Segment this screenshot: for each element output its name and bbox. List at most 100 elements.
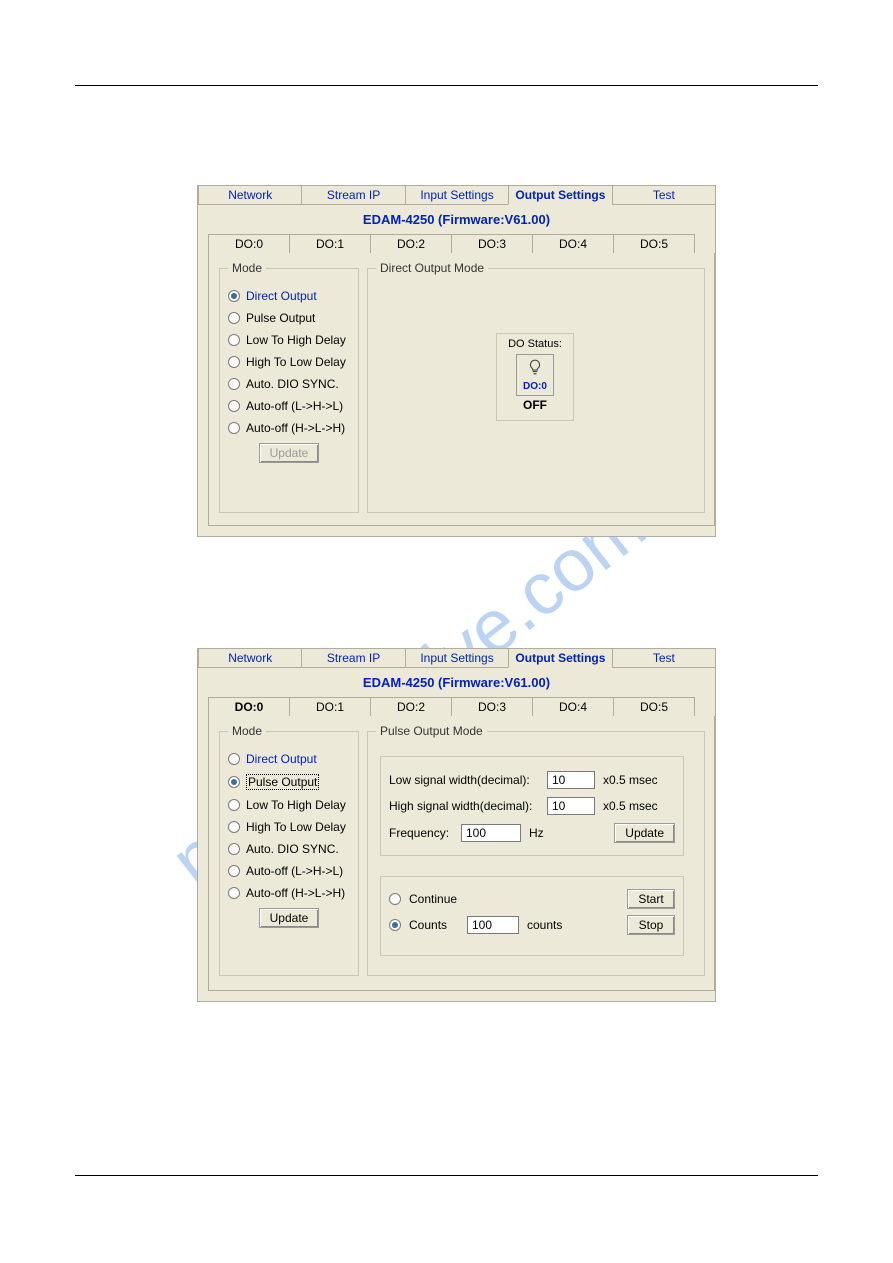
counts-input[interactable] [467,916,519,934]
do-tabs: DO:0 DO:1 DO:2 DO:3 DO:4 DO:5 [208,234,715,254]
mode-auto-dio-sync[interactable]: Auto. DIO SYNC. [228,842,350,856]
page-bottom-rule [75,1175,818,1176]
mode-direct-output[interactable]: Direct Output [228,289,350,303]
do-status-legend: DO Status: [507,338,563,350]
mode-label: Auto-off (L->H->L) [246,399,343,413]
radio-icon [228,312,240,324]
radio-icon [228,290,240,302]
mode-label: Auto-off (L->H->L) [246,864,343,878]
low-width-unit: x0.5 msec [603,773,658,787]
mode-high-low-delay[interactable]: High To Low Delay [228,820,350,834]
tab-do-2[interactable]: DO:2 [370,697,452,717]
mode-label: Auto. DIO SYNC. [246,842,339,856]
mode-label: Pulse Output [246,311,315,325]
tab-do-2[interactable]: DO:2 [370,234,452,254]
mode-fieldset: Mode Direct Output Pulse Output Low To H… [219,724,359,976]
mode-high-low-delay[interactable]: High To Low Delay [228,355,350,369]
radio-icon [228,356,240,368]
mode-label: Auto-off (H->L->H) [246,421,345,435]
mode-pulse-output[interactable]: Pulse Output [228,311,350,325]
radio-icon [228,422,240,434]
tab-stream-ip[interactable]: Stream IP [301,185,405,205]
start-button[interactable]: Start [627,889,675,909]
mode-auto-dio-sync[interactable]: Auto. DIO SYNC. [228,377,350,391]
tab-do-1[interactable]: DO:1 [289,234,371,254]
continue-label[interactable]: Continue [409,892,457,906]
mode-label: High To Low Delay [246,355,346,369]
do-content: Mode Direct Output Pulse Output Low To H… [208,716,715,991]
radio-icon [228,799,240,811]
bulb-icon [526,358,544,376]
page-top-rule [75,85,818,86]
counts-label[interactable]: Counts [409,918,459,932]
tab-do-0[interactable]: DO:0 [208,697,290,717]
run-fieldset: Continue Start Counts counts Stop [380,876,684,956]
mode-low-high-delay[interactable]: Low To High Delay [228,333,350,347]
mode-label: Auto-off (H->L->H) [246,886,345,900]
tab-output-settings[interactable]: Output Settings [508,648,612,668]
radio-icon [389,893,401,905]
counts-unit: counts [527,918,562,932]
tab-test[interactable]: Test [612,648,716,668]
mode-legend: Mode [228,261,266,275]
mode-auto-off-hlh[interactable]: Auto-off (H->L->H) [228,421,350,435]
radio-icon [228,843,240,855]
tab-do-3[interactable]: DO:3 [451,697,533,717]
radio-icon [228,334,240,346]
do-status-button[interactable]: DO:0 [516,354,554,396]
tab-do-4[interactable]: DO:4 [532,234,614,254]
radio-icon [228,378,240,390]
high-width-input[interactable] [547,797,595,815]
mode-direct-output[interactable]: Direct Output [228,752,350,766]
mode-label: Low To High Delay [246,798,346,812]
mode-pulse-output[interactable]: Pulse Output [228,774,350,790]
radio-icon [228,400,240,412]
radio-icon [228,887,240,899]
mode-auto-off-lhl[interactable]: Auto-off (L->H->L) [228,399,350,413]
update-button[interactable]: Update [259,908,320,928]
do-status-state: OFF [507,398,563,412]
tab-input-settings[interactable]: Input Settings [405,185,509,205]
mode-label: Pulse Output [246,774,319,790]
tab-network[interactable]: Network [198,185,302,205]
panel-pulse-output: Network Stream IP Input Settings Output … [197,648,716,1002]
tab-output-settings[interactable]: Output Settings [508,185,612,205]
main-tabs: Network Stream IP Input Settings Output … [198,185,715,205]
signal-params-fieldset: Low signal width(decimal): x0.5 msec Hig… [380,756,684,856]
mode-fieldset: Mode Direct Output Pulse Output Low To H… [219,261,359,513]
radio-icon [228,865,240,877]
params-update-button[interactable]: Update [614,823,675,843]
tab-do-3[interactable]: DO:3 [451,234,533,254]
tab-do-0[interactable]: DO:0 [208,234,290,254]
mode-auto-off-lhl[interactable]: Auto-off (L->H->L) [228,864,350,878]
low-width-label: Low signal width(decimal): [389,773,539,787]
tab-do-1[interactable]: DO:1 [289,697,371,717]
tab-do-4[interactable]: DO:4 [532,697,614,717]
tab-test[interactable]: Test [612,185,716,205]
frequency-input[interactable] [461,824,521,842]
radio-icon [228,821,240,833]
update-button[interactable]: Update [259,443,320,463]
do-content: Mode Direct Output Pulse Output Low To H… [208,253,715,526]
mode-legend: Mode [228,724,266,738]
radio-icon [228,753,240,765]
high-width-label: High signal width(decimal): [389,799,539,813]
tab-do-5[interactable]: DO:5 [613,234,695,254]
tab-input-settings[interactable]: Input Settings [405,648,509,668]
tab-network[interactable]: Network [198,648,302,668]
frequency-unit: Hz [529,826,575,840]
stop-button[interactable]: Stop [627,915,675,935]
mode-label: Direct Output [246,289,317,303]
mode-low-high-delay[interactable]: Low To High Delay [228,798,350,812]
main-tabs: Network Stream IP Input Settings Output … [198,648,715,668]
tab-do-5[interactable]: DO:5 [613,697,695,717]
pulse-output-fieldset: Pulse Output Mode Low signal width(decim… [367,724,705,976]
frequency-label: Frequency: [389,826,453,840]
mode-auto-off-hlh[interactable]: Auto-off (H->L->H) [228,886,350,900]
low-width-input[interactable] [547,771,595,789]
mode-label: Low To High Delay [246,333,346,347]
tab-stream-ip[interactable]: Stream IP [301,648,405,668]
firmware-title: EDAM-4250 (Firmware:V61.00) [198,671,715,694]
firmware-title: EDAM-4250 (Firmware:V61.00) [198,208,715,231]
do-status-group: DO Status: DO:0 OFF [496,333,574,421]
